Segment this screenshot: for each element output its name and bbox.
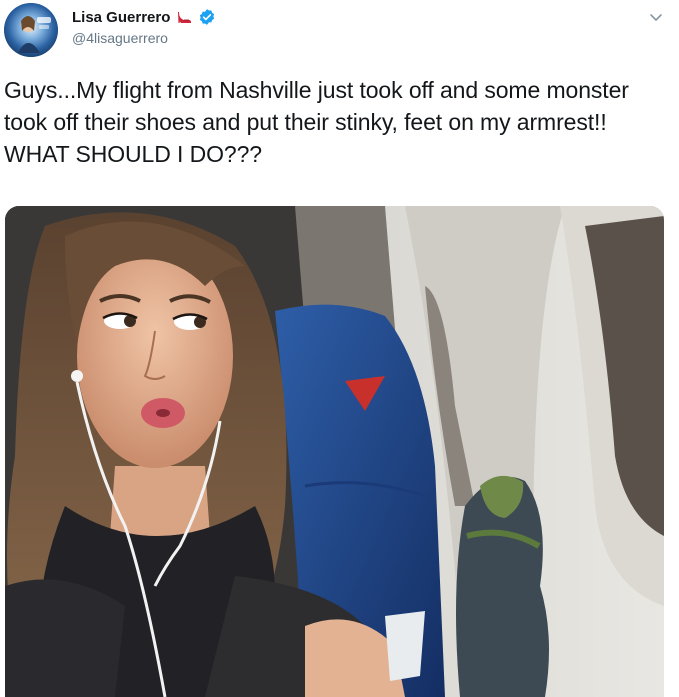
tweet-photo[interactable] xyxy=(5,206,664,697)
tweet-card: Lisa Guerrero @4lisaguerrero Guys...My f… xyxy=(0,0,679,697)
author-display-name[interactable]: Lisa Guerrero xyxy=(72,9,170,26)
author-avatar[interactable] xyxy=(4,3,58,57)
avatar-image xyxy=(4,3,58,57)
chevron-down-icon[interactable] xyxy=(647,8,665,26)
author-name-row: Lisa Guerrero xyxy=(72,6,216,28)
verified-badge-icon xyxy=(198,8,216,26)
tweet-text: Guys...My flight from Nashville just too… xyxy=(4,77,629,167)
photo-selfie-airplane xyxy=(5,206,664,697)
author-handle[interactable]: @4lisaguerrero xyxy=(72,30,168,46)
high-heel-shoe-icon xyxy=(176,9,192,25)
